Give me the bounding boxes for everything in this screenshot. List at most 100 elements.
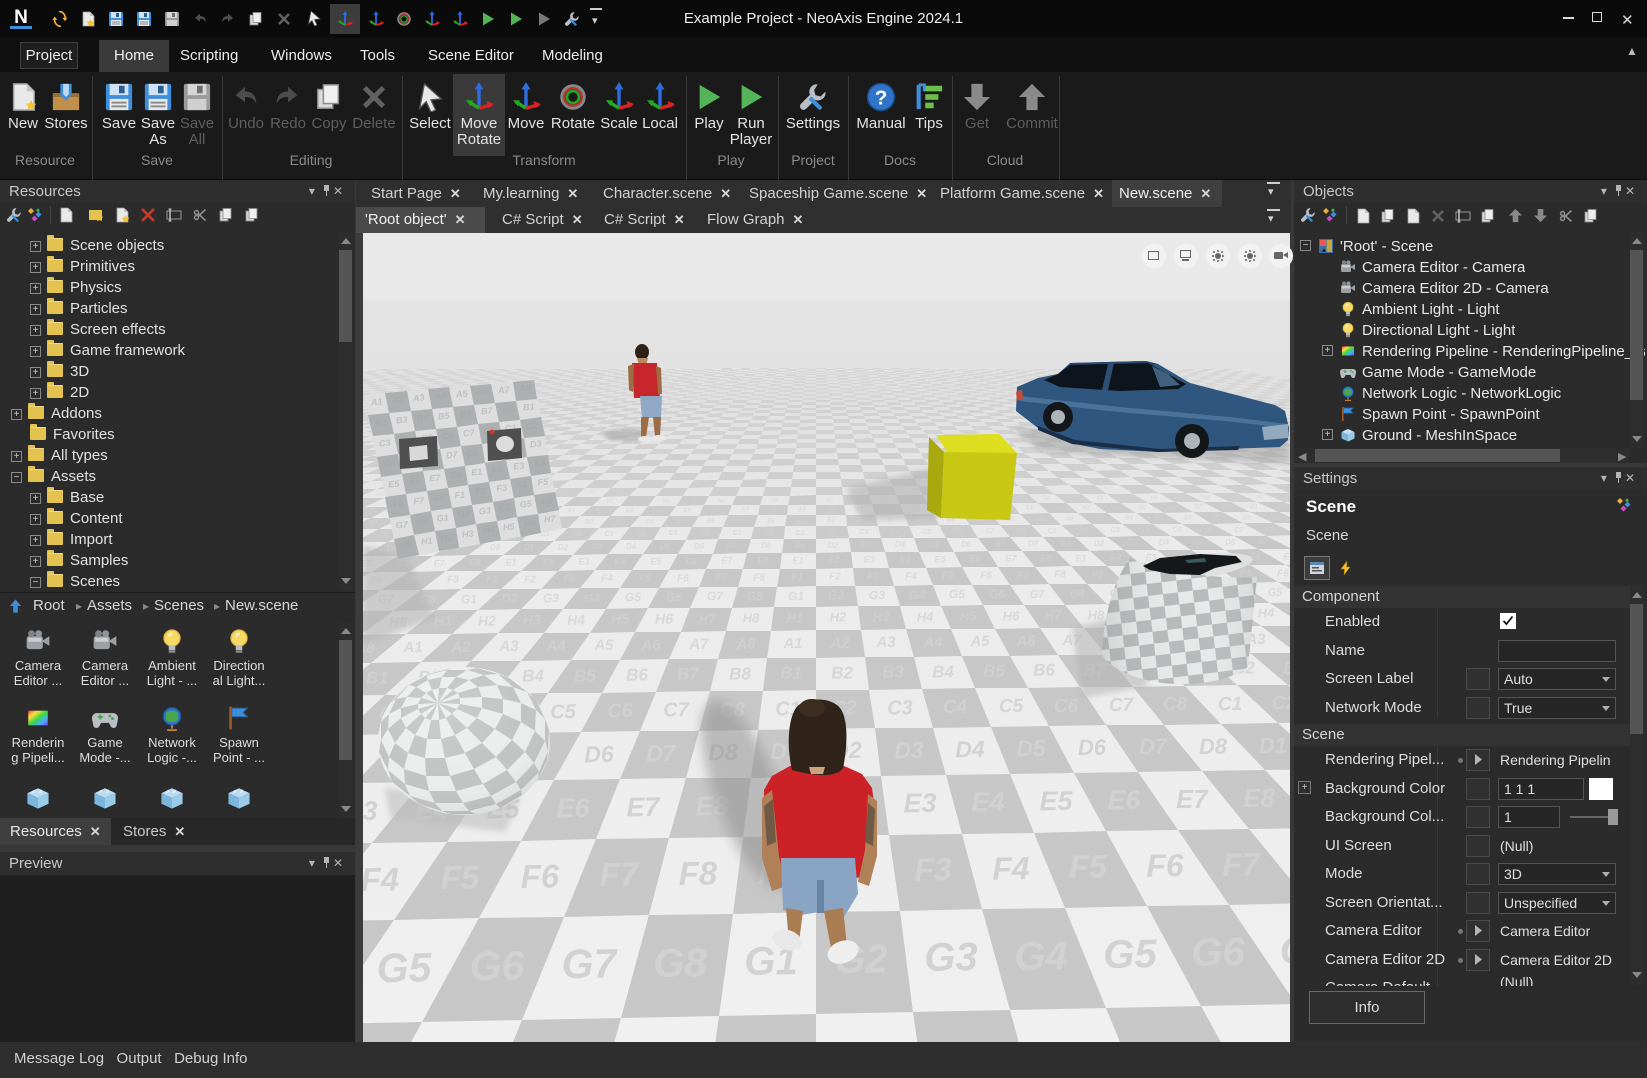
svg-text:H5: H5 (611, 611, 629, 627)
svg-text:C8: C8 (1017, 528, 1026, 535)
svg-text:E4: E4 (614, 556, 625, 566)
svg-text:H4: H4 (567, 612, 585, 628)
svg-text:A4: A4 (653, 509, 662, 515)
svg-text:B5: B5 (1155, 516, 1163, 522)
svg-text:E7: E7 (429, 472, 442, 483)
svg-text:C7: C7 (986, 528, 996, 535)
svg-text:G5: G5 (625, 590, 642, 604)
svg-text:B5: B5 (438, 410, 451, 421)
svg-text:C2: C2 (1272, 693, 1290, 714)
svg-text:D6: D6 (584, 741, 614, 768)
svg-text:B2: B2 (1066, 517, 1074, 523)
svg-text:D1: D1 (1061, 539, 1072, 548)
svg-text:E1: E1 (505, 557, 516, 567)
svg-text:E1: E1 (792, 555, 803, 565)
svg-text:H5: H5 (690, 498, 697, 504)
svg-text:E6: E6 (1107, 785, 1142, 816)
svg-text:B6: B6 (626, 665, 649, 684)
svg-text:E3: E3 (513, 461, 525, 472)
svg-text:F5: F5 (537, 476, 549, 487)
svg-text:A2: A2 (595, 509, 604, 515)
svg-text:G1: G1 (378, 491, 385, 497)
svg-text:C6: C6 (954, 528, 963, 535)
svg-text:G7: G7 (707, 589, 725, 603)
svg-text:D8: D8 (467, 448, 479, 459)
svg-text:B3: B3 (1096, 517, 1104, 523)
svg-text:B1: B1 (780, 663, 802, 682)
svg-text:H4: H4 (917, 609, 935, 624)
svg-text:F1: F1 (1092, 570, 1104, 581)
svg-text:F6: F6 (520, 857, 560, 895)
svg-text:A3: A3 (498, 638, 519, 655)
svg-text:H8: H8 (772, 497, 779, 503)
svg-text:C6: C6 (607, 700, 634, 722)
svg-text:G2: G2 (457, 509, 470, 520)
svg-text:F6: F6 (392, 498, 404, 509)
svg-text:F5: F5 (1069, 848, 1108, 885)
svg-text:E7: E7 (626, 792, 662, 823)
svg-text:C7: C7 (663, 699, 690, 721)
svg-text:A4: A4 (434, 391, 447, 402)
svg-text:D4: D4 (895, 540, 906, 549)
svg-text:B2: B2 (375, 418, 387, 429)
svg-text:G5: G5 (949, 587, 966, 601)
svg-text:A2: A2 (829, 635, 850, 652)
svg-text:G1: G1 (590, 489, 597, 495)
svg-text:F2: F2 (829, 572, 841, 583)
svg-text:A7: A7 (688, 636, 709, 653)
svg-text:E2: E2 (542, 557, 553, 567)
svg-text:C3: C3 (605, 531, 614, 538)
svg-text:H1: H1 (1231, 495, 1238, 501)
svg-text:H4: H4 (663, 498, 670, 504)
svg-text:E7: E7 (433, 558, 445, 568)
svg-text:D4: D4 (955, 736, 985, 763)
svg-text:B7: B7 (481, 405, 494, 416)
svg-text:F2: F2 (475, 486, 486, 497)
svg-text:A5: A5 (1137, 506, 1146, 512)
svg-text:C3: C3 (887, 697, 913, 719)
svg-text:C7: C7 (1235, 527, 1245, 534)
svg-text:B3: B3 (396, 415, 408, 426)
svg-text:A3: A3 (412, 393, 425, 404)
svg-text:H3: H3 (635, 498, 642, 504)
svg-text:G7: G7 (1030, 589, 1046, 601)
svg-text:F4: F4 (516, 480, 527, 491)
svg-text:H8: H8 (1088, 607, 1106, 622)
svg-text:A8: A8 (1221, 505, 1230, 511)
svg-text:F6: F6 (1277, 569, 1289, 580)
svg-text:D3: D3 (861, 540, 872, 549)
svg-text:H7: H7 (745, 497, 752, 503)
svg-text:D5: D5 (1016, 735, 1047, 762)
svg-text:H4: H4 (1258, 605, 1276, 620)
svg-text:B6: B6 (1184, 516, 1192, 522)
svg-text:E6: E6 (969, 553, 981, 563)
svg-text:C3: C3 (860, 529, 869, 536)
svg-text:H7: H7 (544, 513, 557, 524)
svg-text:F7: F7 (1222, 846, 1262, 883)
svg-text:G1: G1 (436, 513, 449, 524)
svg-text:D6: D6 (694, 542, 705, 551)
svg-text:C5: C5 (550, 701, 577, 723)
svg-text:C7: C7 (733, 530, 743, 537)
svg-text:H6: H6 (655, 611, 673, 627)
svg-text:B6: B6 (1033, 660, 1056, 679)
svg-text:E3: E3 (903, 788, 937, 819)
svg-text:A1: A1 (402, 639, 422, 656)
svg-text:B1: B1 (366, 668, 388, 687)
svg-text:E4: E4 (899, 554, 910, 564)
svg-text:H3: H3 (523, 612, 541, 628)
svg-text:F2: F2 (524, 575, 536, 586)
svg-text:G6: G6 (1191, 930, 1246, 975)
svg-text:H6: H6 (1258, 1040, 1290, 1042)
svg-text:C5: C5 (923, 529, 932, 536)
svg-text:A4: A4 (545, 638, 566, 655)
svg-text:D3: D3 (592, 542, 603, 551)
svg-text:G1: G1 (788, 589, 805, 603)
svg-text:G4: G4 (909, 588, 926, 602)
svg-text:A3: A3 (1081, 506, 1090, 512)
svg-text:E7: E7 (721, 555, 733, 565)
svg-text:A4: A4 (922, 634, 943, 651)
svg-text:B7: B7 (737, 519, 745, 525)
svg-text:H1: H1 (787, 610, 804, 625)
svg-text:F8: F8 (433, 493, 444, 504)
